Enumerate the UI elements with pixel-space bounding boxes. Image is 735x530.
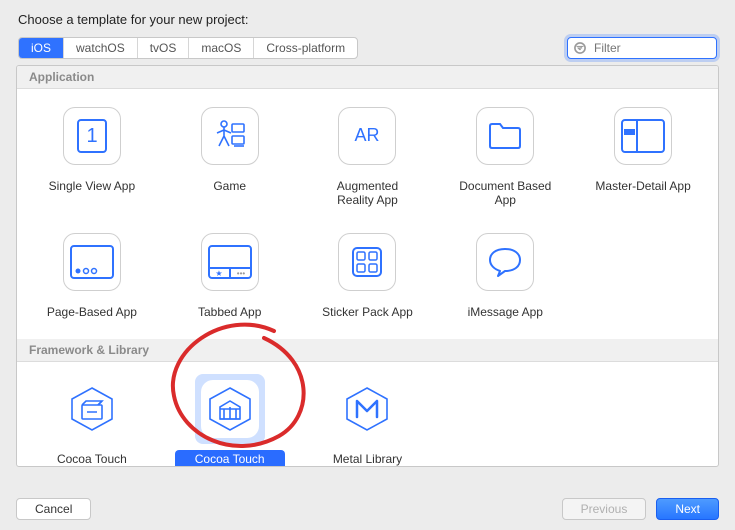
template-label: Single View App (43, 177, 142, 195)
section-header-framework: Framework & Library (17, 339, 718, 362)
template-label: Page-Based App (41, 303, 143, 321)
template-cocoa-touch-static-library[interactable]: Cocoa Touch Static Library (165, 374, 295, 467)
tab-watchos[interactable]: watchOS (64, 37, 138, 59)
svg-text:•••: ••• (236, 269, 245, 278)
template-imessage[interactable]: iMessage App (440, 227, 570, 321)
master-detail-icon (614, 107, 672, 165)
cancel-button[interactable]: Cancel (16, 498, 91, 520)
platform-tab-group: iOS watchOS tvOS macOS Cross-platform (18, 37, 358, 59)
imessage-icon (476, 233, 534, 291)
sticker-icon (338, 233, 396, 291)
tabbed-icon: ★ ••• (201, 233, 259, 291)
tab-macos[interactable]: macOS (189, 37, 254, 59)
template-label: iMessage App (462, 303, 549, 321)
template-scroll-panel: Application 1 Single View App Game AR Au… (16, 65, 719, 467)
template-label: Document Based App (450, 177, 560, 209)
template-tabbed[interactable]: ★ ••• Tabbed App (165, 227, 295, 321)
tab-crossplatform[interactable]: Cross-platform (254, 37, 357, 59)
next-button[interactable]: Next (656, 498, 719, 520)
svg-text:AR: AR (355, 125, 380, 145)
template-label: Sticker Pack App (316, 303, 419, 321)
tab-tvos[interactable]: tvOS (138, 37, 190, 59)
choose-template-prompt: Choose a template for your new project: (0, 0, 735, 37)
application-grid: 1 Single View App Game AR Augmented Real… (17, 89, 718, 339)
template-single-view-app[interactable]: 1 Single View App (27, 101, 157, 209)
bottom-button-bar: Cancel Previous Next (0, 488, 735, 530)
template-label: Game (207, 177, 252, 195)
template-label: Tabbed App (192, 303, 267, 321)
template-sticker-pack[interactable]: Sticker Pack App (303, 227, 433, 321)
ar-icon: AR (338, 107, 396, 165)
template-ar-app[interactable]: AR Augmented Reality App (303, 101, 433, 209)
svg-text:1: 1 (86, 125, 97, 147)
static-library-icon (201, 380, 259, 438)
framework-grid: Cocoa Touch Framework Cocoa Touch Static… (17, 362, 718, 467)
filter-icon (573, 41, 587, 55)
document-icon (476, 107, 534, 165)
previous-button: Previous (562, 498, 647, 520)
metal-icon (338, 380, 396, 438)
template-document-app[interactable]: Document Based App (440, 101, 570, 209)
page-based-icon (63, 233, 121, 291)
tab-ios[interactable]: iOS (19, 37, 64, 59)
template-label: Augmented Reality App (312, 177, 422, 209)
template-game[interactable]: Game (165, 101, 295, 209)
template-label: Cocoa Touch Framework (37, 450, 147, 467)
framework-icon (63, 380, 121, 438)
filter-input[interactable] (567, 37, 717, 59)
template-label: Master-Detail App (589, 177, 696, 195)
section-header-application: Application (17, 66, 718, 89)
platform-tabs-row: iOS watchOS tvOS macOS Cross-platform (0, 37, 735, 65)
template-page-based[interactable]: Page-Based App (27, 227, 157, 321)
single-view-icon: 1 (63, 107, 121, 165)
template-cocoa-touch-framework[interactable]: Cocoa Touch Framework (27, 374, 157, 467)
svg-text:★: ★ (215, 269, 222, 278)
game-icon (201, 107, 259, 165)
template-label: Metal Library (327, 450, 408, 467)
template-metal-library[interactable]: Metal Library (303, 374, 433, 467)
template-label: Cocoa Touch Static Library (175, 450, 285, 467)
template-master-detail[interactable]: Master-Detail App (578, 101, 708, 209)
